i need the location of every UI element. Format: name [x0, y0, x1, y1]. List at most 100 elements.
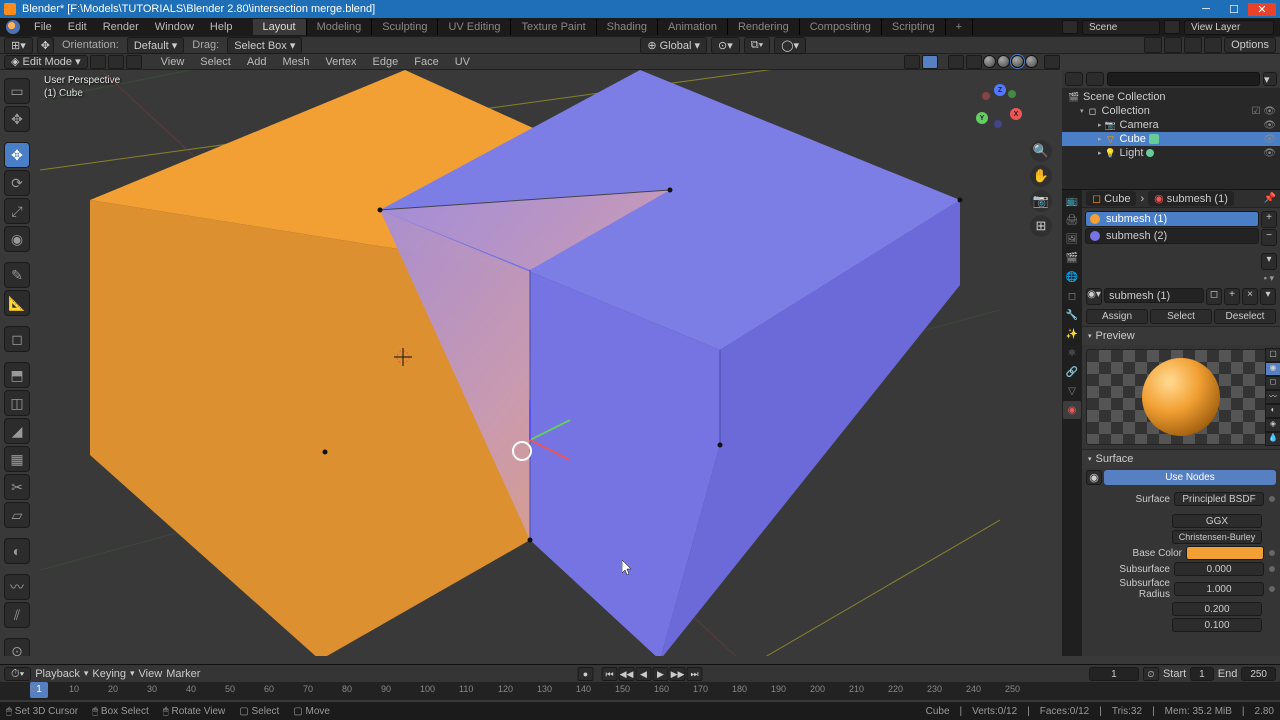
- viewport-menu-vertex[interactable]: Vertex: [318, 56, 363, 68]
- socket-dot-icon[interactable]: [1268, 565, 1276, 573]
- preview-range-toggle[interactable]: ⏲: [1143, 667, 1159, 681]
- tool-transform[interactable]: ◉: [4, 226, 30, 252]
- workspace-add[interactable]: +: [946, 19, 973, 35]
- axis-z[interactable]: Z: [994, 84, 1006, 96]
- shading-lookdev[interactable]: [997, 55, 1010, 68]
- material-slot[interactable]: submesh (1): [1085, 211, 1259, 227]
- overlays-toggle[interactable]: [922, 55, 938, 69]
- timeline-type-dropdown[interactable]: ⏱▾: [4, 667, 31, 681]
- tool-inset[interactable]: ◫: [4, 390, 30, 416]
- outliner-type-dropdown[interactable]: [1065, 72, 1083, 86]
- outliner-item-camera[interactable]: ▸📷Camera👁: [1062, 118, 1280, 132]
- pivot-dropdown[interactable]: ⊙▾: [711, 37, 740, 54]
- viewport-menu-edge[interactable]: Edge: [366, 56, 406, 68]
- orientation-dropdown[interactable]: Default ▾: [127, 37, 184, 54]
- subsurface-field[interactable]: 0.000: [1174, 562, 1264, 576]
- tool-smooth[interactable]: 〰: [4, 574, 30, 600]
- outliner-display-dropdown[interactable]: [1086, 72, 1104, 86]
- axis-y[interactable]: Y: [976, 112, 988, 124]
- header-btn[interactable]: [1184, 37, 1202, 53]
- tab-world[interactable]: 🌐: [1063, 268, 1081, 286]
- xray-toggle[interactable]: [948, 55, 964, 69]
- axis-neg[interactable]: [1008, 90, 1016, 98]
- outliner-item-light[interactable]: ▸💡Light👁: [1062, 146, 1280, 160]
- tool-move[interactable]: ✥: [4, 142, 30, 168]
- menu-file[interactable]: File: [26, 21, 60, 33]
- material-menu-button[interactable]: ▾: [1261, 253, 1277, 270]
- viewport-menu-mesh[interactable]: Mesh: [275, 56, 316, 68]
- shading-rendered[interactable]: [1025, 55, 1038, 68]
- select-button[interactable]: Select: [1150, 309, 1212, 324]
- socket-dot-icon[interactable]: [1268, 495, 1276, 503]
- tool-select[interactable]: ▭: [4, 78, 30, 104]
- viewport-menu-uv[interactable]: UV: [448, 56, 477, 68]
- start-frame-field[interactable]: 1: [1190, 667, 1214, 681]
- material-remove-button[interactable]: −: [1261, 229, 1277, 246]
- shading-wireframe[interactable]: [966, 55, 982, 69]
- current-frame-field[interactable]: 1: [1089, 667, 1139, 681]
- viewport-menu-add[interactable]: Add: [240, 56, 274, 68]
- minimize-button[interactable]: ─: [1192, 3, 1220, 15]
- nav-ortho-icon[interactable]: ⊞: [1030, 215, 1052, 237]
- workspace-tab[interactable]: Animation: [658, 19, 728, 35]
- outliner-search[interactable]: [1107, 72, 1260, 86]
- breadcrumb-object[interactable]: ◻Cube: [1086, 191, 1136, 206]
- edge-select-mode[interactable]: [108, 55, 124, 69]
- keyframe-prev-button[interactable]: ◀◀: [619, 667, 635, 681]
- timeline-menu-keying[interactable]: Keying: [92, 668, 126, 680]
- workspace-tab[interactable]: Layout: [253, 19, 307, 35]
- jump-end-button[interactable]: ⏭: [687, 667, 703, 681]
- nav-camera-icon[interactable]: 📷: [1030, 190, 1052, 212]
- node-icon[interactable]: ◉: [1086, 470, 1102, 485]
- tab-object[interactable]: ◻: [1063, 287, 1081, 305]
- menu-window[interactable]: Window: [147, 21, 202, 33]
- surface-header[interactable]: ▾Surface: [1082, 450, 1280, 468]
- tab-physics[interactable]: ⚛: [1063, 344, 1081, 362]
- sss-radius-x[interactable]: 1.000: [1174, 582, 1264, 596]
- shading-solid[interactable]: [983, 55, 996, 68]
- jump-start-button[interactable]: ⏮: [602, 667, 618, 681]
- preview-cube[interactable]: ◻: [1265, 376, 1280, 390]
- surface-shader-dropdown[interactable]: Principled BSDF: [1174, 492, 1264, 506]
- transform-orientation[interactable]: ⊕ Global ▾: [640, 37, 707, 54]
- tool-bevel[interactable]: ◢: [4, 418, 30, 444]
- outliner-tree[interactable]: 🎬Scene Collection ▾◻Collection☑ 👁 ▸📷Came…: [1062, 88, 1280, 189]
- sss-radius-y[interactable]: 0.200: [1172, 602, 1262, 616]
- cursor-tool-icon[interactable]: ✥: [37, 37, 54, 54]
- viewport-menu-select[interactable]: Select: [193, 56, 238, 68]
- close-button[interactable]: ✕: [1248, 3, 1276, 16]
- axis-x[interactable]: X: [1010, 108, 1022, 120]
- workspace-tab[interactable]: Texture Paint: [511, 19, 596, 35]
- tool-polybuild[interactable]: ▱: [4, 502, 30, 528]
- nav-gizmo[interactable]: X Y Z: [976, 84, 1026, 134]
- drag-dropdown[interactable]: Select Box ▾: [227, 37, 302, 54]
- scene-field[interactable]: Scene: [1082, 20, 1160, 35]
- tab-scene[interactable]: 🎬: [1063, 249, 1081, 267]
- tab-material[interactable]: ◉: [1063, 401, 1081, 419]
- face-select-mode[interactable]: [126, 55, 142, 69]
- workspace-tab[interactable]: Compositing: [800, 19, 882, 35]
- preview-fluid[interactable]: 💧: [1265, 432, 1280, 446]
- shading-material[interactable]: [1011, 55, 1024, 68]
- workspace-tab[interactable]: Rendering: [728, 19, 800, 35]
- preview-sphere[interactable]: ◉: [1265, 362, 1280, 376]
- tab-modifier[interactable]: 🔧: [1063, 306, 1081, 324]
- tool-annotate[interactable]: ✎: [4, 262, 30, 288]
- proportional-toggle[interactable]: ◯▾: [774, 37, 806, 54]
- header-btn[interactable]: [1144, 37, 1162, 53]
- use-nodes-button[interactable]: Use Nodes: [1104, 470, 1276, 485]
- timeline-menu-marker[interactable]: Marker: [166, 668, 200, 680]
- menu-help[interactable]: Help: [202, 21, 241, 33]
- tool-edgeslide[interactable]: ⫽: [4, 602, 30, 628]
- shading-options[interactable]: [1044, 55, 1060, 69]
- preview-header[interactable]: ▾Preview: [1082, 327, 1280, 345]
- tool-loopcut[interactable]: ▦: [4, 446, 30, 472]
- axis-neg[interactable]: [994, 120, 1002, 128]
- sss-radius-z[interactable]: 0.100: [1172, 618, 1262, 632]
- distribution-dropdown[interactable]: GGX: [1172, 514, 1262, 528]
- nav-pan-icon[interactable]: ✋: [1030, 165, 1052, 187]
- preview-shaderball[interactable]: ◐: [1265, 404, 1280, 418]
- workspace-tab[interactable]: Shading: [597, 19, 658, 35]
- axis-neg[interactable]: [982, 92, 990, 100]
- snap-toggle[interactable]: ⧉▾: [744, 37, 770, 54]
